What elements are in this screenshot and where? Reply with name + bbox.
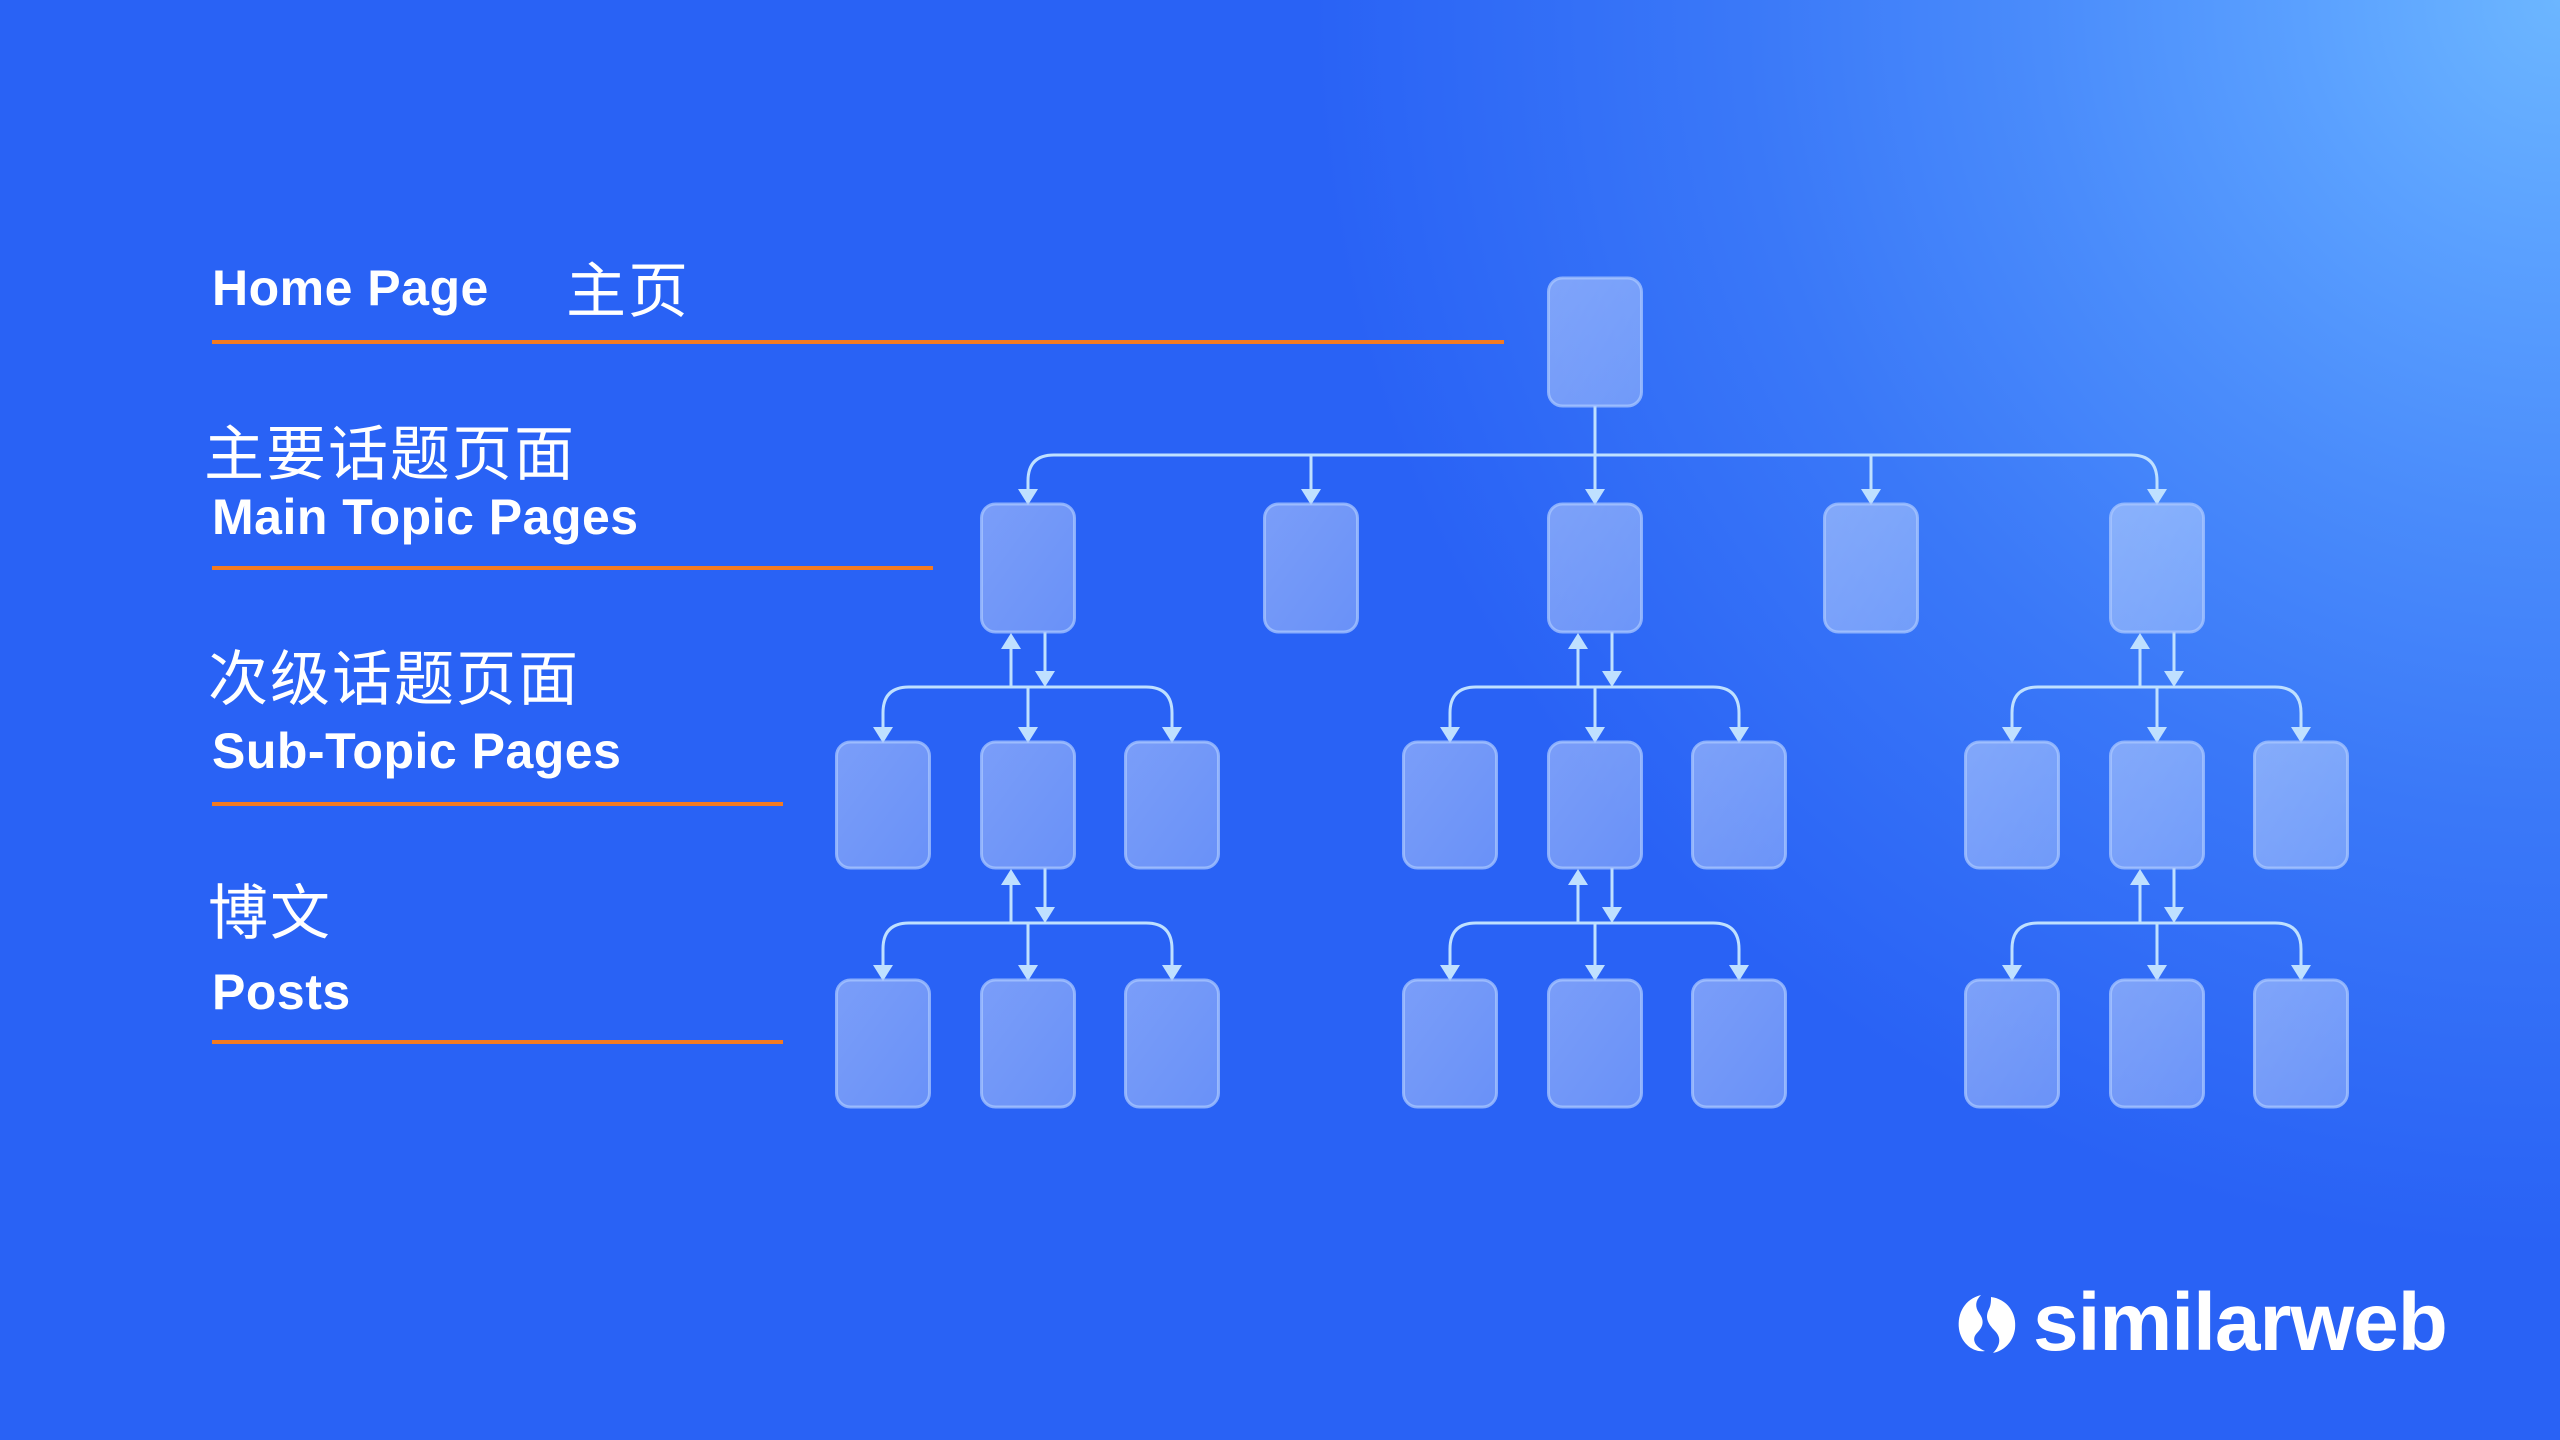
site-hierarchy-diagram	[835, 276, 2349, 1109]
post-node	[2253, 978, 2349, 1109]
post-node	[1124, 978, 1220, 1109]
sub-topic-node	[2109, 740, 2205, 870]
main-topic-node	[1263, 502, 1359, 634]
arrow-up-icon	[1568, 869, 1588, 885]
arrow-down-icon	[2164, 671, 2184, 687]
arrow-up-icon	[1001, 633, 1021, 649]
arrow-up-icon	[1001, 869, 1021, 885]
main-topic-node	[1823, 502, 1919, 634]
post-node	[1691, 978, 1787, 1109]
main-topic-node	[1547, 502, 1643, 634]
arrow-down-icon	[2164, 907, 2184, 923]
sub-topic-node	[1547, 740, 1643, 870]
post-node	[980, 978, 1076, 1109]
arrow-down-icon	[1035, 671, 1055, 687]
brand-logo: similarweb	[1955, 1277, 2448, 1368]
sub-topic-node	[980, 740, 1076, 870]
arrow-up-icon	[2130, 633, 2150, 649]
sub-topic-node	[1402, 740, 1498, 870]
sub-topic-node	[1124, 740, 1220, 870]
post-node	[1402, 978, 1498, 1109]
sub-topic-node	[835, 740, 931, 870]
arrow-up-icon	[2130, 869, 2150, 885]
sub-topic-node	[1964, 740, 2060, 870]
sub-topic-node	[2253, 740, 2349, 870]
arrow-down-icon	[1602, 671, 1622, 687]
home-page-node	[1547, 276, 1643, 408]
sub-topic-node	[1691, 740, 1787, 870]
main-topic-node	[980, 502, 1076, 634]
post-node	[2109, 978, 2205, 1109]
post-node	[835, 978, 931, 1109]
arrow-up-icon	[1568, 633, 1588, 649]
post-node	[1547, 978, 1643, 1109]
arrow-down-icon	[1035, 907, 1055, 923]
similarweb-logo-icon	[1958, 1295, 2016, 1353]
arrow-down-icon	[1602, 907, 1622, 923]
post-node	[1964, 978, 2060, 1109]
brand-name: similarweb	[2033, 1277, 2448, 1368]
main-topic-node	[2109, 502, 2205, 634]
